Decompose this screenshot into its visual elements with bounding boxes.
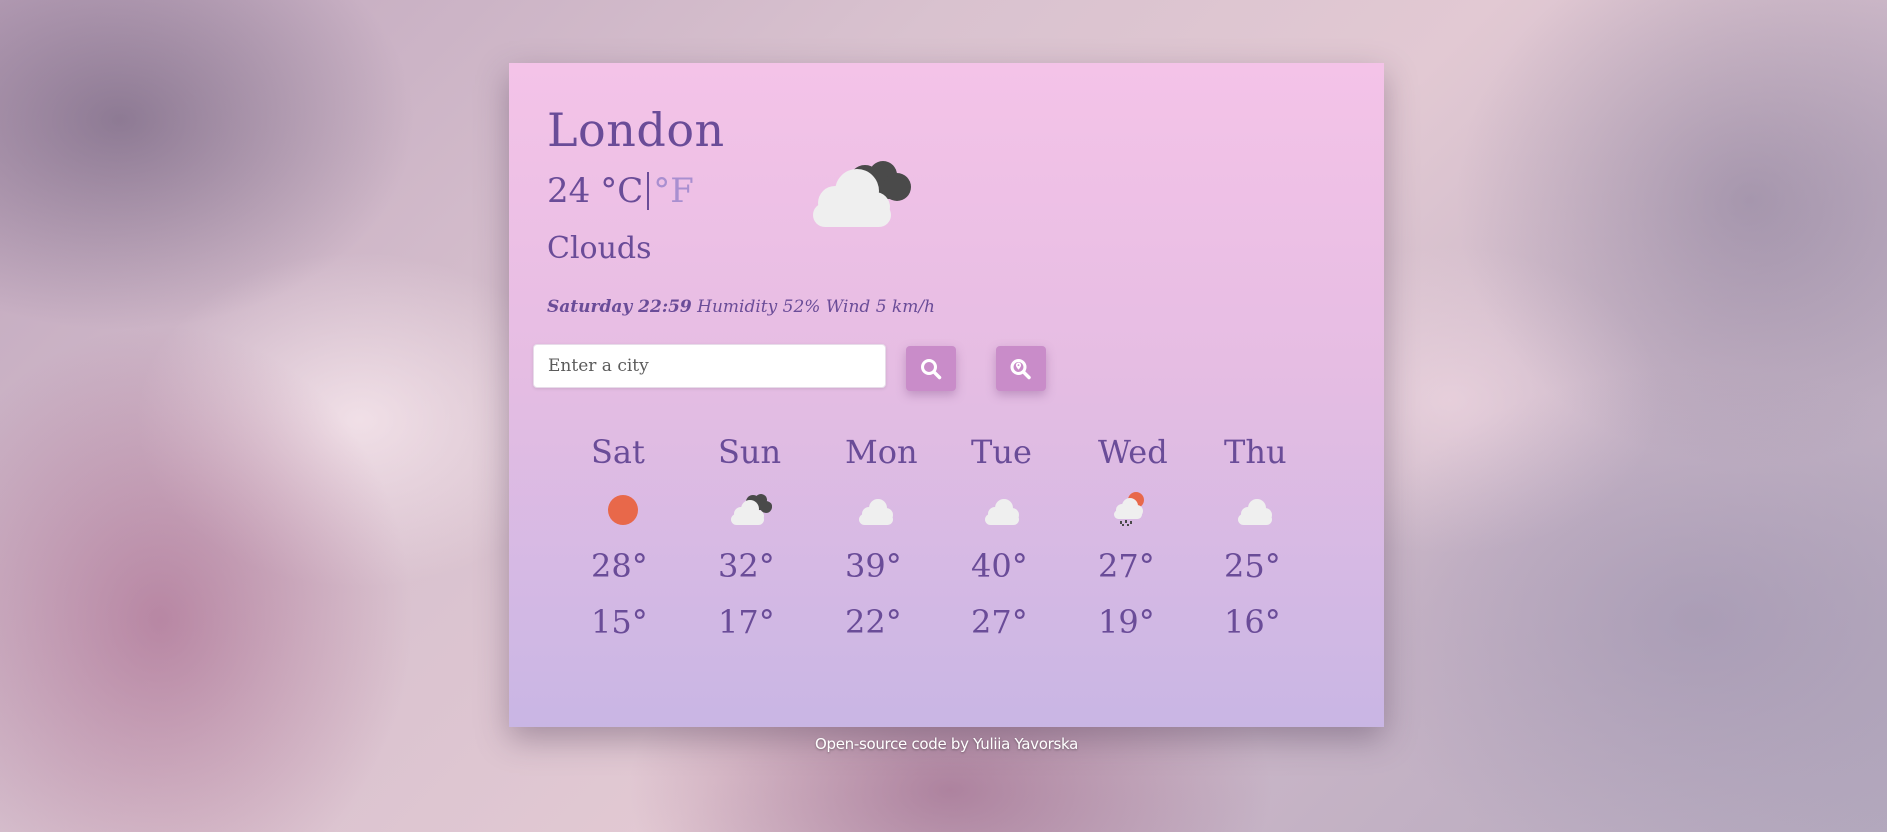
forecast-day-name: Mon xyxy=(845,433,918,471)
forecast-min-temp: 19° xyxy=(1098,603,1155,641)
forecast-max-temp: 40° xyxy=(971,547,1028,585)
forecast-day-name: Sat xyxy=(591,433,645,471)
wind: Wind 5 km/h xyxy=(825,297,936,317)
celsius-toggle[interactable]: °C xyxy=(600,171,643,211)
broken-clouds-icon xyxy=(731,494,772,525)
sun-rain-cloud-icon xyxy=(1114,492,1144,526)
current-location-button[interactable] xyxy=(996,346,1046,391)
forecast-min-temp: 27° xyxy=(971,603,1028,641)
search-button[interactable] xyxy=(906,346,956,391)
current-temperature: 24 °C °F xyxy=(547,171,694,211)
search-icon xyxy=(921,358,942,379)
forecast-max-temp: 28° xyxy=(591,547,648,585)
date-time: Saturday 22:59 xyxy=(547,297,692,317)
weather-card: London 24 °C °F Clouds Saturday 22:59 Hu… xyxy=(509,63,1384,727)
cloud-icon xyxy=(985,499,1019,525)
fahrenheit-toggle[interactable]: °F xyxy=(653,171,694,211)
forecast-day-name: Sun xyxy=(718,433,782,471)
forecast-min-temp: 16° xyxy=(1224,603,1281,641)
forecast-day-name: Tue xyxy=(971,433,1032,471)
forecast: Sat 28° 15° Sun 32° 17° Mon 39° 22° Tue … xyxy=(581,433,1341,663)
cloud-icon xyxy=(1238,499,1272,525)
city-name: London xyxy=(547,103,725,157)
sun-icon xyxy=(608,495,638,525)
weather-details: Saturday 22:59 Humidity 52% Wind 5 km/h xyxy=(547,297,935,317)
weather-description: Clouds xyxy=(547,231,652,266)
footer-link[interactable]: Open-source code by Yuliia Yavorska xyxy=(815,735,1078,753)
broken-clouds-icon xyxy=(813,161,911,227)
footer-credit[interactable]: Open-source code by Yuliia Yavorska xyxy=(509,735,1384,753)
forecast-min-temp: 22° xyxy=(845,603,902,641)
humidity: Humidity 52% xyxy=(697,297,821,317)
unit-divider xyxy=(647,172,650,210)
forecast-max-temp: 32° xyxy=(718,547,775,585)
forecast-day-name: Thu xyxy=(1224,433,1287,471)
forecast-max-temp: 27° xyxy=(1098,547,1155,585)
forecast-day-name: Wed xyxy=(1098,433,1168,471)
forecast-min-temp: 17° xyxy=(718,603,775,641)
city-search-input[interactable] xyxy=(533,344,886,388)
forecast-max-temp: 25° xyxy=(1224,547,1281,585)
location-pin-icon xyxy=(1010,358,1031,379)
forecast-max-temp: 39° xyxy=(845,547,902,585)
cloud-icon xyxy=(859,499,893,525)
forecast-min-temp: 15° xyxy=(591,603,648,641)
temperature-value: 24 xyxy=(547,171,591,211)
